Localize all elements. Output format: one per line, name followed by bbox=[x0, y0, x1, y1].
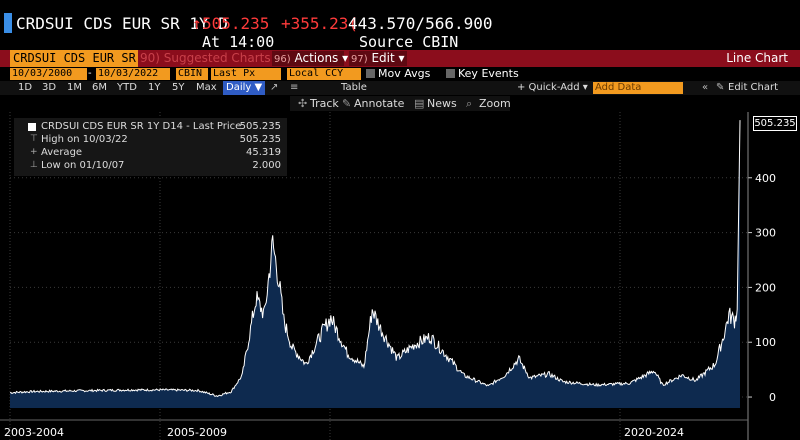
news-icon: ▤ bbox=[414, 97, 425, 110]
collapse-icon[interactable]: « bbox=[702, 81, 708, 95]
mov-avgs-label: Mov Avgs bbox=[378, 67, 431, 80]
field-select[interactable]: Last Px bbox=[211, 68, 281, 80]
edit-menu[interactable]: 97) Edit ▾ bbox=[349, 51, 407, 66]
legend-title-row: CRDSUI CDS EUR SR 1Y D14 - Last Price 50… bbox=[14, 120, 287, 133]
security-field[interactable]: CRDSUI CDS EUR SR bbox=[10, 50, 138, 67]
legend-low-row: ⊥ Low on 01/10/07 2.000 bbox=[14, 159, 287, 172]
ticker-marker bbox=[4, 13, 12, 33]
range-ytd[interactable]: YTD bbox=[117, 81, 137, 95]
track-button[interactable]: Track bbox=[310, 96, 339, 111]
edit-chart-button[interactable]: Edit Chart bbox=[728, 81, 778, 95]
low-label: Low on 01/10/07 bbox=[41, 160, 125, 171]
x-tick-label: 2005-2009 bbox=[167, 426, 227, 439]
track-icon: ✣ bbox=[298, 97, 308, 110]
edit-number: 97) bbox=[351, 54, 368, 65]
y-tick-label: 300 bbox=[755, 227, 776, 240]
start-date-field[interactable]: 10/03/2000 bbox=[10, 68, 87, 80]
range-1m[interactable]: 1M bbox=[67, 81, 82, 95]
range-1y[interactable]: 1Y bbox=[148, 81, 160, 95]
y-tick-label: 400 bbox=[755, 172, 776, 185]
last-price: 505.235 bbox=[202, 14, 270, 33]
high-icon: ⊤ bbox=[30, 134, 38, 144]
currency-select[interactable]: Local CCY bbox=[287, 68, 361, 80]
legend-title: CRDSUI CDS EUR SR 1Y D14 - Last Price bbox=[41, 121, 242, 132]
legend-title-value: 505.235 bbox=[239, 121, 281, 132]
range-5y[interactable]: 5Y bbox=[172, 81, 184, 95]
high-value: 505.235 bbox=[239, 134, 281, 145]
legend-high-row: ⊤ High on 10/03/22 505.235 bbox=[14, 133, 287, 146]
date-separator: - bbox=[88, 68, 92, 79]
high-label: High on 10/03/22 bbox=[41, 134, 128, 145]
suggested-charts-button[interactable]: 90) Suggested Charts bbox=[140, 50, 271, 67]
chart-legend[interactable]: CRDSUI CDS EUR SR 1Y D14 - Last Price 50… bbox=[14, 118, 287, 176]
quote-source: Source CBIN bbox=[359, 33, 459, 51]
day-range: 443.570/566.900 bbox=[348, 14, 493, 33]
low-value: 2.000 bbox=[252, 160, 281, 171]
price-change: +355.23( bbox=[281, 14, 359, 33]
key-events-checkbox[interactable] bbox=[446, 69, 455, 78]
range-6m[interactable]: 6M bbox=[92, 81, 107, 95]
annotate-icon: ✎ bbox=[342, 97, 352, 110]
low-icon: ⊥ bbox=[30, 160, 38, 170]
chart-type-label: Line Chart bbox=[726, 51, 788, 65]
actions-label: Actions ▾ bbox=[294, 51, 349, 65]
grid-icon[interactable]: ≡ bbox=[290, 81, 298, 95]
up-arrow-icon: ↑ bbox=[192, 14, 202, 33]
range-3d[interactable]: 3D bbox=[42, 81, 56, 95]
zoom-icon: ⌕ bbox=[466, 97, 473, 110]
legend-average-row: + Average 45.319 bbox=[14, 146, 287, 159]
series-swatch bbox=[28, 123, 36, 131]
command-bar: CRDSUI CDS EUR SR 90) Suggested Charts 9… bbox=[0, 50, 800, 67]
x-tick-label: 2003-2004 bbox=[4, 426, 64, 439]
y-tick-label: 200 bbox=[755, 281, 776, 294]
end-date-field[interactable]: 10/03/2022 bbox=[96, 68, 170, 80]
add-data-input[interactable]: Add Data bbox=[593, 82, 683, 94]
edit-label: Edit ▾ bbox=[371, 51, 405, 65]
quick-add-button[interactable]: + Quick-Add ▾ bbox=[517, 81, 588, 95]
quote-time: At 14:00 bbox=[202, 33, 275, 51]
y-tick-label: 100 bbox=[755, 336, 776, 349]
actions-number: 96) bbox=[274, 54, 291, 65]
average-value: 45.319 bbox=[246, 147, 281, 158]
edit-chart-icon: ✎ bbox=[716, 82, 725, 93]
chart-tools: ✣ Track ✎ Annotate ▤ News ⌕ Zoom bbox=[290, 96, 511, 111]
annotate-button[interactable]: Annotate bbox=[354, 96, 404, 111]
table-button[interactable]: Table bbox=[341, 81, 367, 95]
parameter-row: 10/03/2000 - 10/03/2022 CBIN Last Px Loc… bbox=[0, 67, 800, 81]
range-max[interactable]: Max bbox=[196, 81, 217, 95]
zoom-button[interactable]: Zoom bbox=[479, 96, 511, 111]
title-area: CRDSUI CDS EUR SR 1Y D ↑ 505.235 +355.23… bbox=[0, 0, 800, 51]
x-tick-label: 2020-2024 bbox=[624, 426, 684, 439]
y-tick-label: 0 bbox=[769, 391, 776, 404]
last-value-tag: 505.235 bbox=[753, 116, 797, 131]
average-label: Average bbox=[41, 147, 83, 158]
actions-menu[interactable]: 96) Actions ▾ bbox=[272, 51, 348, 66]
key-events-label: Key Events bbox=[458, 67, 519, 80]
range-1d[interactable]: 1D bbox=[18, 81, 32, 95]
range-row: 1D 3D 1M 6M YTD 1Y 5Y Max Daily ▼ ↗ ≡ Ta… bbox=[0, 81, 800, 95]
mov-avgs-checkbox[interactable] bbox=[366, 69, 375, 78]
average-icon: + bbox=[30, 147, 38, 157]
news-button[interactable]: News bbox=[427, 96, 457, 111]
frequency-select[interactable]: Daily ▼ bbox=[223, 81, 266, 95]
expand-icon[interactable]: ↗ bbox=[270, 81, 278, 95]
pricing-source-field[interactable]: CBIN bbox=[176, 68, 208, 80]
